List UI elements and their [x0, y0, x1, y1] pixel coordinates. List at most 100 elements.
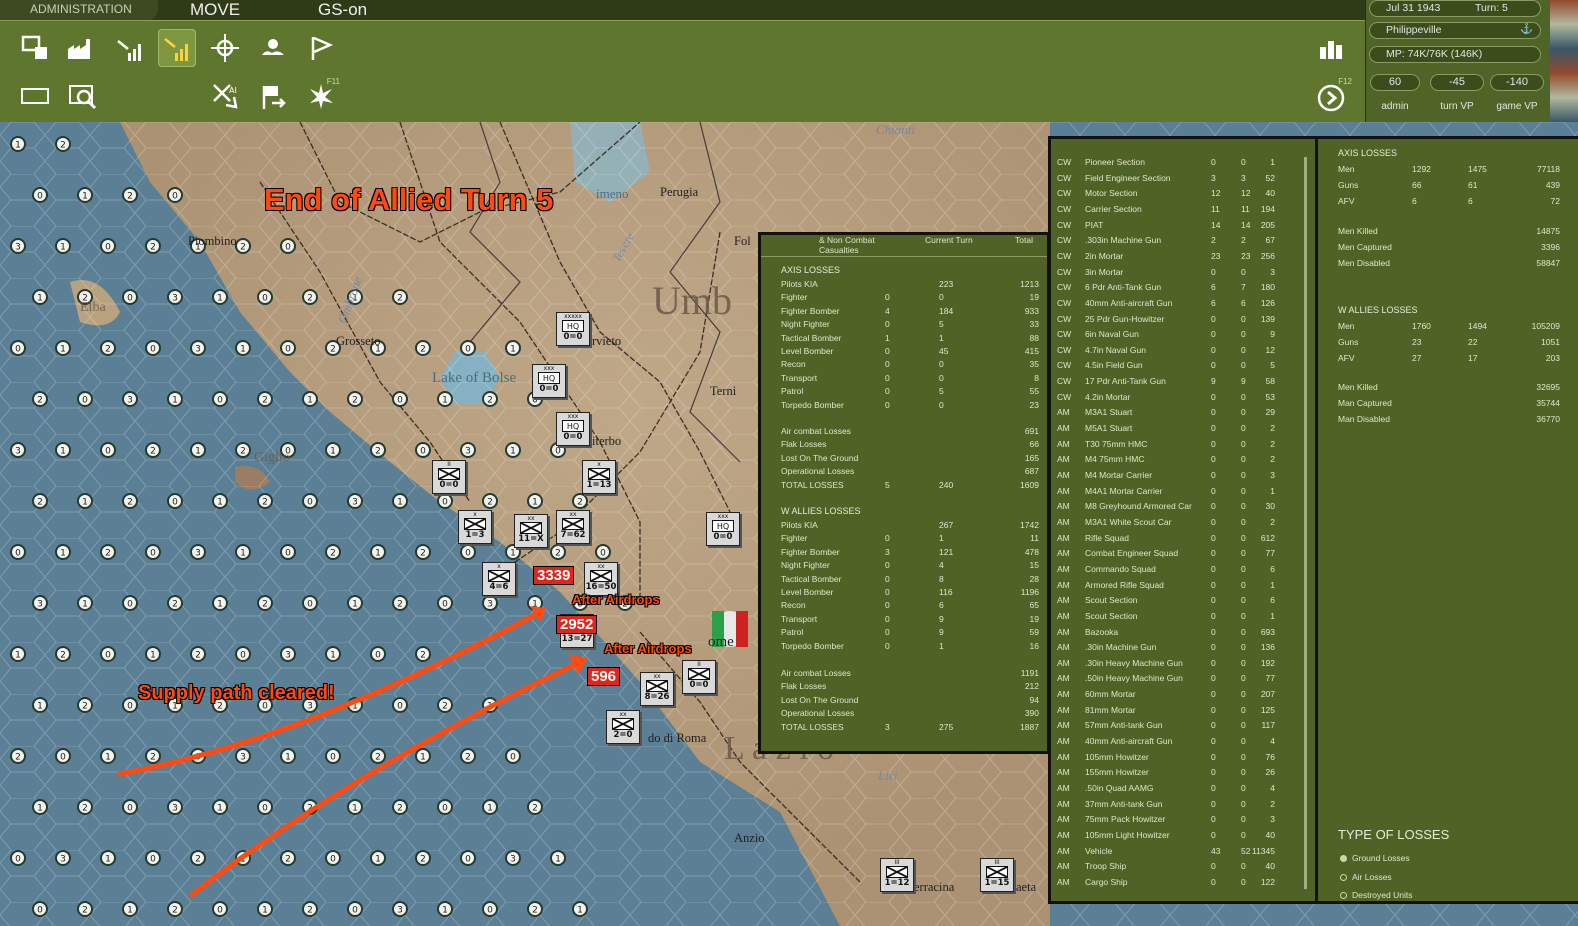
- statistics-button[interactable]: [1312, 29, 1350, 67]
- supply-overlay-button[interactable]: [158, 29, 196, 67]
- unit-counter[interactable]: xxx HQ 0=0: [556, 412, 590, 446]
- zoom-button[interactable]: [64, 77, 102, 115]
- gs-toggle[interactable]: GS-on: [318, 0, 367, 20]
- loss-type-option[interactable]: Ground Losses: [1318, 853, 1578, 866]
- list-item[interactable]: AM T30 75mm HMC 0 0 2: [1051, 439, 1315, 452]
- list-item[interactable]: AM Scout Section 0 0 1: [1051, 611, 1315, 624]
- list-item[interactable]: AM Troop Ship 0 0 40: [1051, 861, 1315, 874]
- unit-counter[interactable]: x 1=13: [582, 460, 616, 494]
- city-grosseto[interactable]: Grosseto: [336, 334, 380, 349]
- city-anzio[interactable]: Anzio: [734, 831, 765, 846]
- list-item[interactable]: AM Scout Section 0 0 6: [1051, 595, 1315, 608]
- unit-counter[interactable]: xx 16=50: [584, 562, 618, 596]
- unit-counter[interactable]: III 1=15: [980, 858, 1014, 892]
- list-item[interactable]: AM .50in Heavy Machine Gun 0 0 77: [1051, 673, 1315, 686]
- city-perugia[interactable]: Perugia: [660, 185, 698, 200]
- unit-counter[interactable]: xx 7=62: [556, 510, 590, 544]
- unit-losses-list[interactable]: CW Pioneer Section 0 0 1 CW Field Engineer Sec…: [1048, 136, 1318, 904]
- list-item[interactable]: AM M4A1 Mortar Carrier 0 0 1: [1051, 486, 1315, 499]
- list-item[interactable]: AM 81mm Mortar 0 0 125: [1051, 705, 1315, 718]
- location-pill[interactable]: Philippeville ⚓: [1369, 22, 1541, 39]
- list-item[interactable]: AM Vehicle 43 52 11345: [1051, 846, 1315, 859]
- city-foligno[interactable]: Fol: [734, 234, 751, 249]
- unit-counter[interactable]: x 1=3: [458, 510, 492, 544]
- loss-type-option[interactable]: Destroyed Units: [1318, 890, 1578, 903]
- list-item[interactable]: AM 155mm Howitzer 0 0 26: [1051, 767, 1315, 780]
- target-button[interactable]: [206, 29, 244, 67]
- list-item[interactable]: AM 105mm Light Howitzer 0 0 40: [1051, 830, 1315, 843]
- city-gaeta[interactable]: aeta: [1016, 880, 1036, 895]
- air-supply-button[interactable]: [110, 29, 148, 67]
- list-item[interactable]: CW 4.7in Naval Gun 0 0 12: [1051, 345, 1315, 358]
- list-item[interactable]: AM M3A1 Stuart 0 0 29: [1051, 407, 1315, 420]
- list-item[interactable]: CW PIAT 14 14 205: [1051, 220, 1315, 233]
- list-item[interactable]: AM .30in Heavy Machine Gun 0 0 192: [1051, 658, 1315, 671]
- city-viterbo[interactable]: iterbo: [592, 434, 621, 449]
- unit-counter[interactable]: xx 11=X: [514, 514, 548, 548]
- mode-label[interactable]: MOVE: [190, 0, 240, 20]
- city-terracina[interactable]: erracina: [914, 880, 954, 895]
- end-turn-button[interactable]: F12: [1312, 77, 1352, 117]
- administration-tab[interactable]: ADMINISTRATION: [0, 0, 158, 20]
- unit-counter[interactable]: x 4=6: [482, 562, 516, 596]
- list-item[interactable]: CW 6 Pdr Anti-Tank Gun 6 7 180: [1051, 282, 1315, 295]
- list-item[interactable]: CW 4.2in Mortar 0 0 53: [1051, 392, 1315, 405]
- window-button[interactable]: [16, 77, 54, 115]
- unit-counter[interactable]: II 0=0: [432, 460, 466, 494]
- list-item[interactable]: CW 6in Naval Gun 0 0 9: [1051, 329, 1315, 342]
- list-item[interactable]: CW 2in Mortar 23 23 256: [1051, 251, 1315, 264]
- list-item[interactable]: AM M4 75mm HMC 0 0 2: [1051, 454, 1315, 467]
- unit-counter[interactable]: xxx HQ 0=0: [706, 512, 740, 546]
- list-item[interactable]: AM 40mm Anti-aircraft Gun 0 0 4: [1051, 736, 1315, 749]
- list-item[interactable]: CW .303in Machine Gun 2 2 67: [1051, 235, 1315, 248]
- weather-button[interactable]: [254, 29, 292, 67]
- list-item[interactable]: AM Combat Engineer Squad 0 0 77: [1051, 548, 1315, 561]
- radio-icon[interactable]: [1340, 855, 1347, 862]
- ai-move-button[interactable]: AI: [206, 77, 244, 115]
- list-item[interactable]: AM M4 Mortar Carrier 0 0 3: [1051, 470, 1315, 483]
- list-item[interactable]: AM M5A1 Stuart 0 0 2: [1051, 423, 1315, 436]
- list-item[interactable]: AM 75mm Pack Howitzer 0 0 3: [1051, 814, 1315, 827]
- unit-counter[interactable]: xx 8=26: [640, 672, 674, 706]
- unit-counter[interactable]: III 1=12: [880, 858, 914, 892]
- flag-button[interactable]: [302, 29, 340, 67]
- list-item[interactable]: AM Bazooka 0 0 693: [1051, 627, 1315, 640]
- list-item[interactable]: AM Armored Rifle Squad 0 0 1: [1051, 580, 1315, 593]
- list-item[interactable]: AM Commando Squad 0 0 6: [1051, 564, 1315, 577]
- list-item[interactable]: AM 37mm Anti-tank Gun 0 0 2: [1051, 799, 1315, 812]
- list-item[interactable]: CW Field Engineer Section 3 3 52: [1051, 173, 1315, 186]
- list-item[interactable]: CW Carrier Section 11 11 194: [1051, 204, 1315, 217]
- list-item[interactable]: CW 40mm Anti-aircraft Gun 6 6 126: [1051, 298, 1315, 311]
- unit-counter[interactable]: xxxxx HQ 0=0: [556, 312, 590, 346]
- city-terni[interactable]: Terni: [710, 384, 736, 399]
- list-item[interactable]: CW Motor Section 12 12 40: [1051, 188, 1315, 201]
- list-item[interactable]: AM .50in Quad AAMG 0 0 4: [1051, 783, 1315, 796]
- list-item[interactable]: AM 57mm Anti-tank Gun 0 0 117: [1051, 720, 1315, 733]
- list-item[interactable]: AM M3A1 White Scout Car 0 0 2: [1051, 517, 1315, 530]
- radio-icon[interactable]: [1340, 873, 1347, 881]
- list-item[interactable]: CW 3in Mortar 0 0 3: [1051, 267, 1315, 280]
- city-piombino[interactable]: Piombino: [188, 234, 237, 249]
- unit-counter[interactable]: II 0=0: [682, 660, 716, 694]
- radio-icon[interactable]: [1340, 892, 1347, 899]
- unit-counter[interactable]: xxx HQ 0=0: [532, 364, 566, 398]
- production-button[interactable]: [62, 29, 100, 67]
- list-item[interactable]: AM M8 Greyhound Armored Car 0 0 30: [1051, 501, 1315, 514]
- loss-type-option[interactable]: Air Losses: [1318, 872, 1578, 885]
- explosion-button[interactable]: F11: [302, 77, 340, 115]
- list-item[interactable]: AM 60mm Mortar 0 0 207: [1051, 689, 1315, 702]
- list-item[interactable]: AM Rifle Squad 0 0 612: [1051, 533, 1315, 546]
- city-rome[interactable]: ome: [708, 634, 734, 651]
- list-item[interactable]: AM Cargo Ship 0 0 122: [1051, 877, 1315, 890]
- unit-counter[interactable]: xx 2=0: [606, 710, 640, 744]
- list-item[interactable]: AM 105mm Howitzer 0 0 76: [1051, 752, 1315, 765]
- list-item[interactable]: CW 17 Pdr Anti-Tank Gun 9 9 58: [1051, 376, 1315, 389]
- list-item[interactable]: AM .30in Machine Gun 0 0 136: [1051, 642, 1315, 655]
- city-lido-di-roma[interactable]: do di Roma: [648, 731, 706, 746]
- list-item[interactable]: CW 4.5in Field Gun 0 0 5: [1051, 360, 1315, 373]
- end-turn-flag-button[interactable]: [254, 77, 292, 115]
- city-orvieto[interactable]: rvieto: [592, 334, 621, 349]
- unit-info-button[interactable]: [16, 29, 54, 67]
- list-item[interactable]: CW 25 Pdr Gun-Howitzer 0 0 139: [1051, 314, 1315, 327]
- list-item[interactable]: CW Pioneer Section 0 0 1: [1051, 157, 1315, 170]
